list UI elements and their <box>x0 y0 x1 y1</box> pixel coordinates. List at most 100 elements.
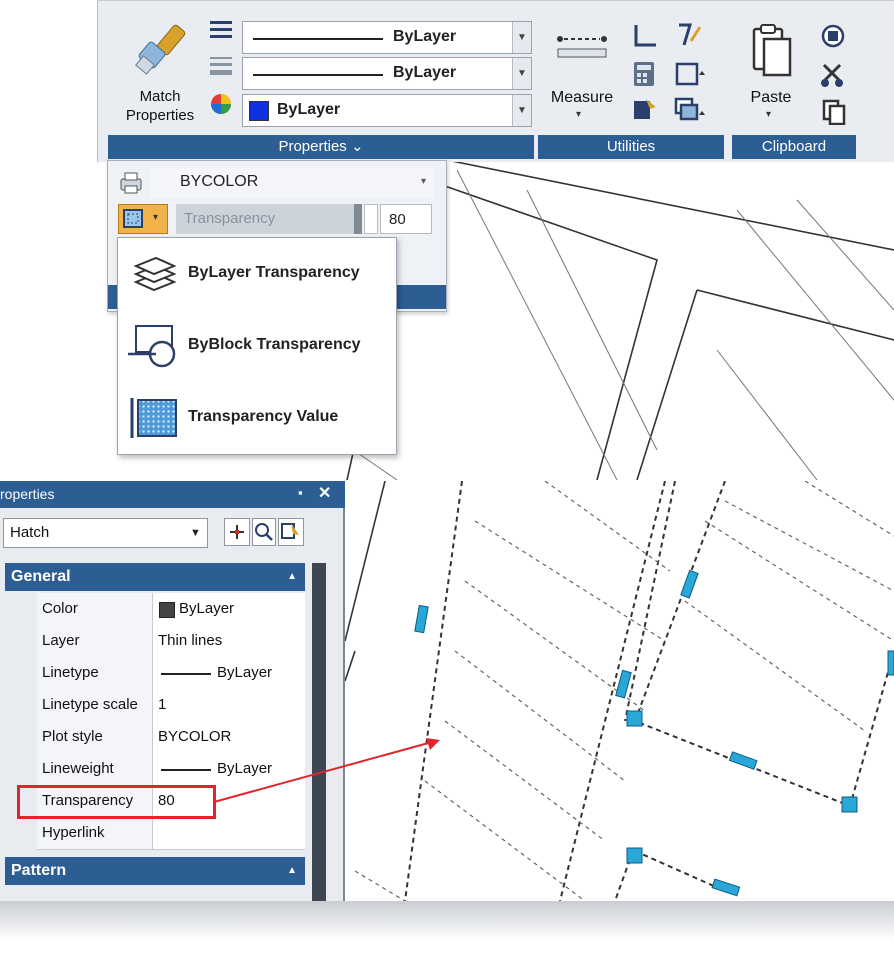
transparency-label: Transparency <box>184 210 276 227</box>
annotation-arrow <box>213 738 440 803</box>
color-swatch <box>249 101 269 121</box>
copy-clip-icon[interactable] <box>820 23 846 49</box>
line-sample <box>161 769 211 771</box>
paste-label: Paste <box>750 89 792 106</box>
plot-style-value: BYCOLOR <box>180 173 259 190</box>
slider-track-end <box>364 204 378 234</box>
collapse-icon: ▲ <box>287 865 297 876</box>
menu-item-label: Transparency Value <box>188 408 339 425</box>
plot-style-icon <box>120 172 142 194</box>
property-value[interactable]: Thin lines <box>158 625 222 656</box>
line-sample <box>161 673 211 675</box>
utilities-panel: Measure ▾ Utilities <box>538 9 724 159</box>
transparency-dropdown-menu: ByLayer Transparency ByBlock Transparenc… <box>117 237 397 455</box>
cut-scissors-icon[interactable] <box>820 63 846 89</box>
chevron-down-icon: ▾ <box>766 109 772 120</box>
chevron-down-icon: ▾ <box>576 109 582 120</box>
chevron-down-icon[interactable]: ▼ <box>512 22 531 53</box>
slider-thumb[interactable] <box>354 204 362 234</box>
grip-handle[interactable] <box>626 847 643 864</box>
color-value: ByLayer <box>277 101 341 118</box>
properties-panel-title[interactable]: Properties ⌄ <box>108 135 534 159</box>
angle-icon[interactable] <box>632 23 658 49</box>
property-key: Color <box>37 593 153 625</box>
color-swatch <box>159 602 175 618</box>
match-properties-label: Match Properties <box>125 88 195 124</box>
transparency-highlight-box <box>17 785 216 819</box>
pickadd-icon <box>230 525 244 539</box>
property-row[interactable]: Linetype scale 1 <box>37 689 305 722</box>
grip-handle[interactable] <box>626 710 643 727</box>
palette-title-bar[interactable]: roperties ▪ ✕ <box>0 481 345 508</box>
quick-select-icon[interactable] <box>676 21 702 49</box>
selection-value: Hatch <box>10 524 50 541</box>
quick-select-button[interactable] <box>278 518 304 546</box>
color-dropdown[interactable]: ByLayer ▼ <box>242 94 532 127</box>
property-row[interactable]: Hyperlink <box>37 817 305 850</box>
menu-item-byblock-transparency[interactable]: ByBlock Transparency <box>118 316 396 376</box>
quick-select-icon <box>281 523 299 539</box>
section-general[interactable]: General ▲ <box>5 563 305 591</box>
drawing-canvas-bottom[interactable] <box>345 481 894 901</box>
transparency-value-field[interactable]: 80 <box>380 204 432 234</box>
section-pattern[interactable]: Pattern ▲ <box>5 857 305 885</box>
property-key: Hyperlink <box>37 817 153 849</box>
property-row[interactable]: Linetype ByLayer <box>37 657 305 690</box>
ribbon: Match Properties ByLayer ▼ ByLayer ▼ ByL… <box>97 0 894 162</box>
measure-button[interactable]: Measure ▾ <box>542 19 622 129</box>
transparency-value: 80 <box>389 211 406 228</box>
chevron-down-icon[interactable]: ▼ <box>512 95 531 126</box>
select-objects-button[interactable] <box>252 518 276 546</box>
chevron-down-icon[interactable]: ▼ <box>512 58 531 89</box>
copy-windows-icon[interactable] <box>674 97 708 123</box>
paste-button[interactable]: Paste ▾ <box>736 17 806 129</box>
property-key: Lineweight <box>37 753 153 785</box>
lineweight-value: ByLayer <box>393 64 457 81</box>
property-row[interactable]: Color ByLayer <box>37 593 305 626</box>
property-key: Linetype <box>37 657 153 689</box>
menu-item-label: ByBlock Transparency <box>188 336 361 353</box>
plot-style-dropdown[interactable]: BYCOLOR ▾ <box>150 168 434 198</box>
transparency-slider[interactable]: Transparency <box>176 204 362 234</box>
grip-handle[interactable] <box>841 796 858 813</box>
block-icon <box>128 325 176 368</box>
clipboard-panel-title: Clipboard <box>732 135 856 159</box>
toggle-pickadd-button[interactable] <box>224 518 250 546</box>
measure-icon <box>557 36 607 58</box>
property-value[interactable]: ByLayer <box>179 593 234 624</box>
clipboard-icon <box>752 24 792 77</box>
transparency-type-button[interactable]: ▾ <box>118 204 168 234</box>
close-icon[interactable]: ✕ <box>318 483 331 503</box>
property-value[interactable]: 1 <box>158 689 166 720</box>
lineweight-dropdown[interactable]: ByLayer ▼ <box>242 57 532 90</box>
property-key: Plot style <box>37 721 153 753</box>
properties-palette: roperties ▪ ✕ Hatch ▼ General ▲ Color ByL… <box>0 481 345 901</box>
chevron-down-icon: ▾ <box>420 176 426 187</box>
selection-dropdown[interactable]: Hatch ▼ <box>3 518 208 548</box>
property-row[interactable]: Layer Thin lines <box>37 625 305 658</box>
grip-handle[interactable] <box>887 650 894 676</box>
match-properties-button[interactable]: Match Properties <box>114 15 206 133</box>
lineweight-icon <box>210 57 232 75</box>
menu-item-bylayer-transparency[interactable]: ByLayer Transparency <box>118 244 396 304</box>
pin-icon[interactable]: ▪ <box>298 485 303 500</box>
select-box-icon[interactable] <box>674 61 708 87</box>
chevron-down-icon: ▼ <box>190 527 201 539</box>
transparency-value-icon <box>130 398 177 438</box>
menu-item-transparency-value[interactable]: Transparency Value <box>118 388 396 448</box>
select-objects-icon <box>255 523 273 541</box>
collapse-icon: ▲ <box>287 571 297 582</box>
menu-item-label: ByLayer Transparency <box>188 264 360 281</box>
calculator-icon[interactable] <box>632 61 656 87</box>
transparency-icon <box>123 209 143 228</box>
linetype-value: ByLayer <box>393 28 457 45</box>
palette-title: roperties <box>0 486 55 502</box>
copy-icon[interactable] <box>822 99 846 125</box>
list-icon[interactable] <box>632 97 658 123</box>
clipboard-panel: Paste ▾ Clipboard <box>732 9 866 159</box>
utilities-panel-title: Utilities <box>538 135 724 159</box>
linetype-dropdown[interactable]: ByLayer ▼ <box>242 21 532 54</box>
property-value[interactable]: ByLayer <box>217 657 272 688</box>
color-wheel-icon <box>211 94 231 114</box>
layers-icon <box>133 256 177 292</box>
